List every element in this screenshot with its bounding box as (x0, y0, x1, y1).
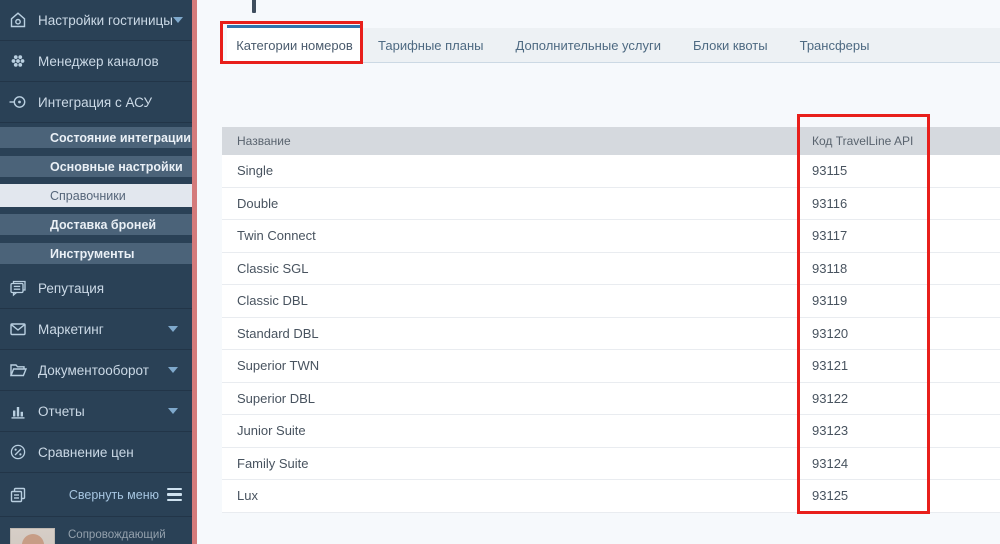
sidebar-item-label: Отчеты (38, 404, 85, 419)
tab-additional-services[interactable]: Дополнительные услуги (500, 28, 677, 63)
column-header-travelline-api-code: Код TravelLine API (797, 134, 1000, 148)
chevron-down-icon (168, 326, 178, 332)
code-cell: 93118 (797, 261, 1000, 276)
table-row: Standard DBL 93120 (222, 318, 1000, 351)
table-row: Lux 93125 (222, 480, 1000, 513)
sidebar-item-price-comparison[interactable]: Сравнение цен (0, 432, 192, 473)
sidebar-subitem-main-settings[interactable]: Основные настройки (0, 152, 192, 181)
sidebar-item-label: Документооборот (38, 363, 149, 378)
integration-icon (8, 92, 28, 112)
table-row: Single 93115 (222, 155, 1000, 188)
sidebar-item-label: Репутация (38, 281, 104, 296)
room-name-cell: Classic SGL (222, 261, 797, 276)
code-cell: 93120 (797, 326, 1000, 341)
channels-icon (8, 51, 28, 71)
room-name-cell: Double (222, 196, 797, 211)
code-cell: 93116 (797, 196, 1000, 211)
hamburger-icon (167, 488, 182, 501)
collapse-menu-label: Свернуть меню (69, 488, 159, 502)
table-row: Junior Suite 93123 (222, 415, 1000, 448)
price-compare-icon (8, 442, 28, 462)
sidebar-item-label: Менеджер каналов (38, 54, 159, 69)
reputation-icon (8, 278, 28, 298)
code-cell: 93115 (797, 163, 1000, 178)
code-cell: 93121 (797, 358, 1000, 373)
envelope-icon (8, 319, 28, 339)
table-header-row: Название Код TravelLine API (222, 127, 1000, 155)
room-name-cell: Junior Suite (222, 423, 797, 438)
room-name-cell: Lux (222, 488, 797, 503)
code-cell: 93117 (797, 228, 1000, 243)
page-title-remnant (252, 0, 256, 13)
sidebar-subitem-integration-status[interactable]: Состояние интеграции (0, 123, 192, 152)
room-name-cell: Twin Connect (222, 228, 797, 243)
code-cell: 93122 (797, 391, 1000, 406)
sidebar-subitem-directories[interactable]: Справочники (0, 181, 192, 210)
bar-chart-icon (8, 401, 28, 421)
table-row: Classic DBL 93119 (222, 285, 1000, 318)
sidebar-item-marketing[interactable]: Маркетинг (0, 309, 192, 350)
code-cell: 93119 (797, 293, 1000, 308)
column-header-name: Название (222, 134, 797, 148)
room-categories-table: Название Код TravelLine API Single 93115… (222, 127, 1000, 513)
sidebar-subitem-booking-delivery[interactable]: Доставка броней (0, 210, 192, 239)
folder-icon (8, 360, 28, 380)
main-content: Категории номеров Тарифные планы Дополни… (197, 0, 1000, 544)
room-name-cell: Single (222, 163, 797, 178)
table-row: Superior TWN 93121 (222, 350, 1000, 383)
sidebar-item-label: Интеграция с АСУ (38, 95, 152, 110)
sidebar-item-label: Сравнение цен (38, 445, 134, 460)
code-cell: 93124 (797, 456, 1000, 471)
tab-room-categories[interactable]: Категории номеров (227, 25, 362, 63)
table-row: Classic SGL 93118 (222, 253, 1000, 286)
room-name-cell: Family Suite (222, 456, 797, 471)
chevron-down-icon (168, 408, 178, 414)
tab-transfers[interactable]: Трансферы (784, 28, 886, 63)
sidebar-submenu: Состояние интеграции Основные настройки … (0, 123, 192, 268)
sidebar-item-label: Маркетинг (38, 322, 104, 337)
tab-rate-plans[interactable]: Тарифные планы (362, 28, 500, 63)
tab-quota-blocks[interactable]: Блоки квоты (677, 28, 784, 63)
code-cell: 93125 (797, 488, 1000, 503)
sidebar-item-reputation[interactable]: Репутация (0, 268, 192, 309)
sidebar-item-label: Настройки гостиницы (38, 13, 173, 28)
chevron-down-icon (168, 367, 178, 373)
sidebar-item-pms-integration[interactable]: Интеграция с АСУ (0, 82, 192, 123)
sidebar: Настройки гостиницы Менеджер каналов (0, 0, 192, 544)
avatar[interactable] (10, 528, 55, 544)
user-area: Сопровождающий (0, 517, 192, 544)
table-row: Superior DBL 93122 (222, 383, 1000, 416)
sidebar-item-hotel-settings[interactable]: Настройки гостиницы (0, 0, 192, 41)
sidebar-item-channel-manager[interactable]: Менеджер каналов (0, 41, 192, 82)
windows-copy-icon (8, 485, 28, 505)
sidebar-subitem-tools[interactable]: Инструменты (0, 239, 192, 268)
tab-bar: Категории номеров Тарифные планы Дополни… (227, 25, 1000, 63)
room-name-cell: Standard DBL (222, 326, 797, 341)
room-name-cell: Superior DBL (222, 391, 797, 406)
user-role-label: Сопровождающий (68, 529, 166, 541)
sidebar-item-reports[interactable]: Отчеты (0, 391, 192, 432)
home-icon (8, 10, 28, 30)
chevron-down-icon (173, 17, 183, 23)
room-name-cell: Classic DBL (222, 293, 797, 308)
sidebar-item-documents[interactable]: Документооборот (0, 350, 192, 391)
code-cell: 93123 (797, 423, 1000, 438)
screen: Настройки гостиницы Менеджер каналов (0, 0, 1000, 544)
table-row: Twin Connect 93117 (222, 220, 1000, 253)
collapse-menu-button[interactable]: Свернуть меню (0, 473, 192, 517)
table-row: Family Suite 93124 (222, 448, 1000, 481)
table-row: Double 93116 (222, 188, 1000, 221)
room-name-cell: Superior TWN (222, 358, 797, 373)
